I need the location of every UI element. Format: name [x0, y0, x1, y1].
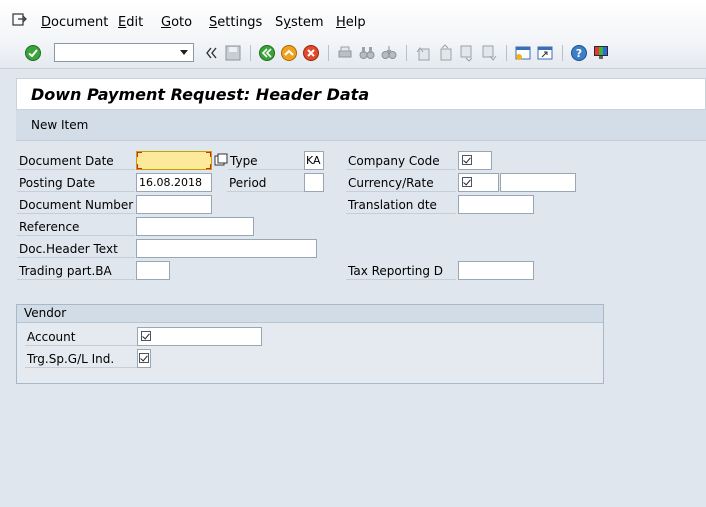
toolbar-separator	[328, 45, 329, 61]
vendor-group-header: Vendor	[17, 305, 603, 323]
next-page-icon[interactable]	[458, 44, 476, 62]
toolbar-separator	[406, 45, 407, 61]
menu-document[interactable]: Document	[41, 15, 108, 30]
menu-help[interactable]: Help	[336, 15, 366, 30]
reference-field[interactable]	[136, 217, 254, 236]
currency-field[interactable]	[458, 173, 499, 192]
toolbar-separator	[506, 45, 507, 61]
required-check-icon	[139, 353, 149, 363]
customize-layout-icon[interactable]	[592, 44, 610, 62]
document-date-field[interactable]	[136, 151, 212, 170]
main-content: Down Payment Request: Header Data New It…	[14, 75, 706, 507]
print-icon[interactable]	[336, 44, 354, 62]
required-check-icon	[462, 177, 472, 187]
tax-reporting-date-field[interactable]	[458, 261, 534, 280]
find-icon[interactable]	[358, 44, 376, 62]
account-label: Account	[25, 328, 137, 346]
currency-rate-label: Currency/Rate	[346, 174, 456, 192]
tax-reporting-date-label: Tax Reporting D	[346, 262, 456, 280]
doc-header-text-label: Doc.Header Text	[17, 240, 135, 258]
document-number-field[interactable]	[136, 195, 212, 214]
menu-goto[interactable]: Goto	[161, 15, 192, 30]
period-label: Period	[227, 174, 304, 192]
special-gl-indicator-label: Trg.Sp.G/L Ind.	[25, 350, 137, 368]
page-title: Down Payment Request: Header Data	[31, 85, 370, 104]
find-next-icon[interactable]	[380, 44, 398, 62]
document-date-label: Document Date	[17, 152, 135, 170]
doc-header-text-field[interactable]	[136, 239, 317, 258]
previous-page-icon[interactable]	[436, 44, 454, 62]
enter-icon[interactable]	[24, 44, 42, 62]
document-number-label: Document Number	[17, 198, 135, 214]
menu-document-rest: ocument	[51, 15, 109, 30]
account-field[interactable]	[137, 327, 262, 346]
trading-part-ba-label: Trading part.BA	[17, 262, 135, 280]
help-icon[interactable]: ?	[570, 44, 588, 62]
new-session-icon[interactable]	[514, 44, 532, 62]
type-field[interactable]: KA	[304, 151, 324, 170]
posting-date-field[interactable]: 16.08.2018	[136, 173, 212, 192]
required-check-icon	[141, 331, 151, 341]
trading-part-ba-field[interactable]	[136, 261, 170, 280]
exit-icon[interactable]	[280, 44, 298, 62]
title-bar: Down Payment Request: Header Data	[16, 78, 706, 110]
posting-date-label: Posting Date	[17, 174, 135, 192]
vendor-group-title: Vendor	[24, 306, 67, 320]
toolbar-separator	[562, 45, 563, 61]
vendor-group: Vendor Account Trg.Sp.G/L Ind.	[16, 304, 604, 384]
menu-bar: Document Edit Goto Settings System Help	[0, 0, 706, 40]
translation-date-label: Translation dte	[346, 196, 456, 214]
translation-date-field[interactable]	[458, 195, 534, 214]
error-corner	[137, 152, 142, 157]
save-icon[interactable]	[224, 44, 242, 62]
command-field[interactable]	[54, 43, 194, 62]
standard-toolbar: ?	[0, 40, 706, 69]
company-code-label: Company Code	[346, 152, 456, 170]
svg-text:?: ?	[576, 47, 582, 60]
first-page-icon[interactable]	[414, 44, 432, 62]
shortcut-icon[interactable]	[536, 44, 554, 62]
cancel-icon[interactable]	[302, 44, 320, 62]
period-field[interactable]	[304, 173, 324, 192]
last-page-icon[interactable]	[480, 44, 498, 62]
back-nav-icon[interactable]	[202, 44, 220, 62]
chevron-down-icon[interactable]	[180, 50, 188, 55]
menu-settings[interactable]: Settings	[209, 15, 262, 30]
special-gl-indicator-field[interactable]	[137, 349, 151, 368]
company-code-field[interactable]	[458, 151, 492, 170]
error-corner	[206, 164, 211, 169]
new-item-button[interactable]: New Item	[31, 118, 88, 132]
toolbar-separator	[250, 45, 251, 61]
required-check-icon	[462, 155, 472, 165]
error-corner	[137, 164, 142, 169]
menu-exit-icon[interactable]	[12, 13, 28, 27]
error-corner	[206, 152, 211, 157]
calendar-help-icon[interactable]	[214, 153, 228, 167]
back-icon[interactable]	[258, 44, 276, 62]
reference-label: Reference	[17, 218, 135, 236]
menu-system[interactable]: System	[275, 15, 324, 30]
application-toolbar: New Item	[16, 110, 706, 141]
exchange-rate-field[interactable]	[500, 173, 576, 192]
type-label: Type	[228, 152, 304, 170]
menu-edit[interactable]: Edit	[118, 15, 143, 30]
